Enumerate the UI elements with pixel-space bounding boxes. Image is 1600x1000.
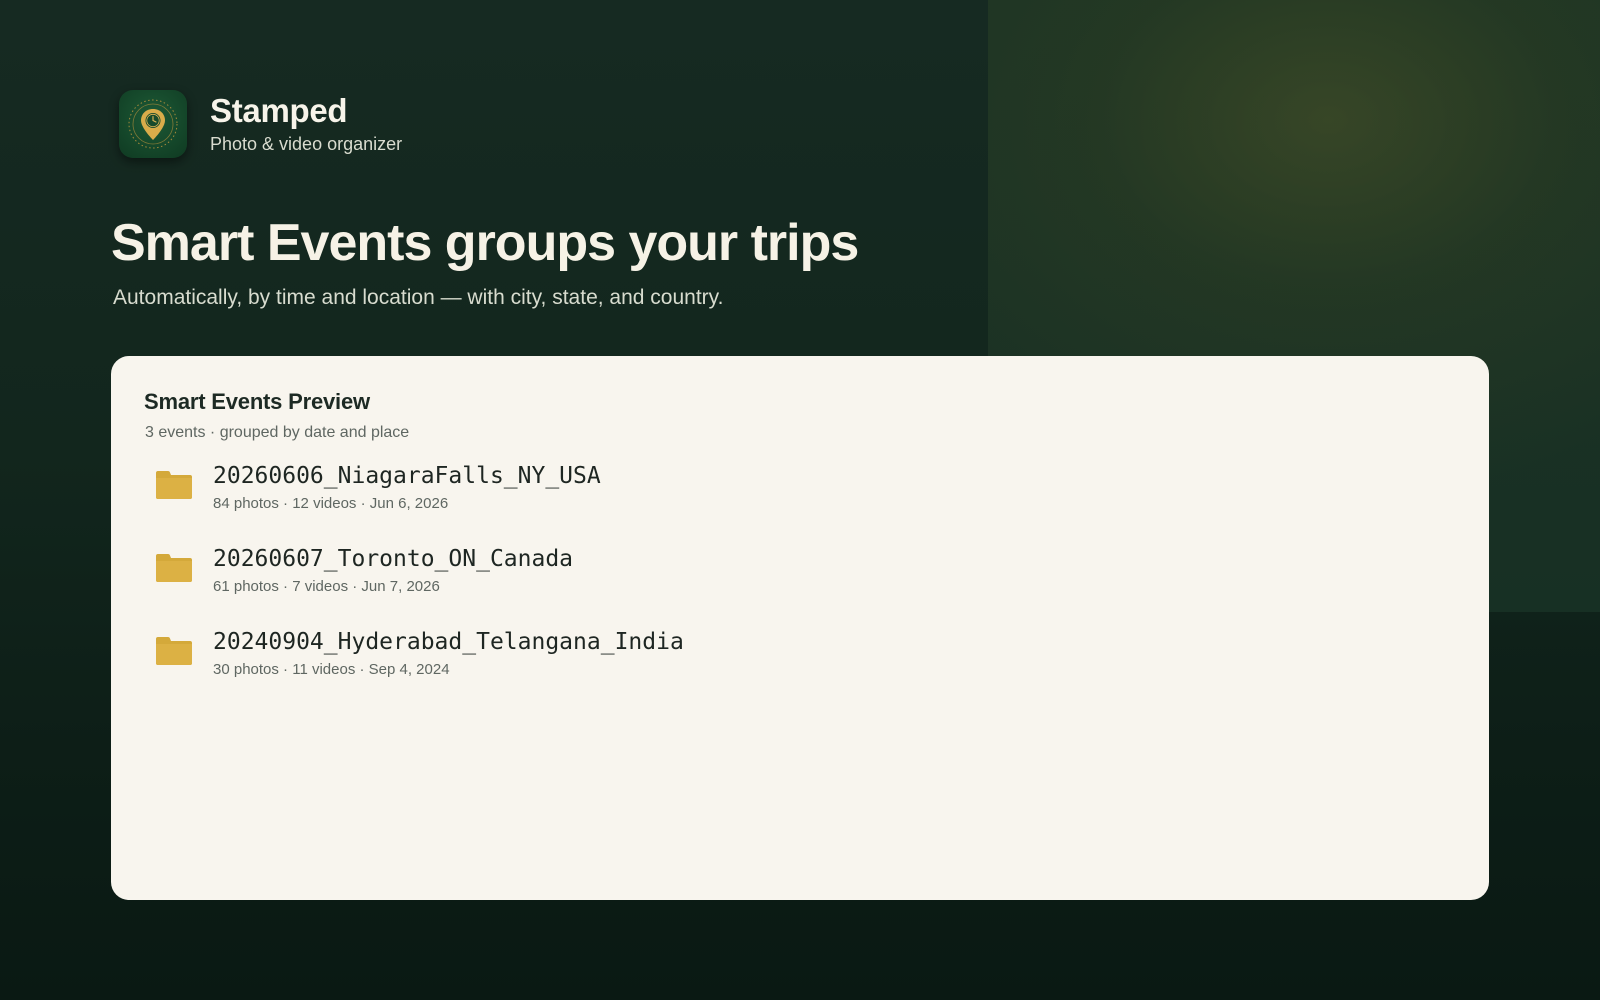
event-text: 20240904_Hyderabad_Telangana_India 30 ph… [213, 627, 684, 680]
event-text: 20260606_NiagaraFalls_NY_USA 84 photos ·… [213, 461, 601, 514]
brand-text: Stamped Photo & video organizer [210, 93, 402, 155]
card-summary: 3 events · grouped by date and place [145, 424, 410, 441]
event-list-item[interactable]: 20240904_Hyderabad_Telangana_India 30 ph… [144, 627, 1456, 710]
event-folder-name: 20240904_Hyderabad_Telangana_India [213, 629, 684, 655]
event-meta: 61 photos · 7 videos · Jun 7, 2026 [213, 578, 440, 595]
app-name: Stamped [210, 92, 348, 129]
card-title: Smart Events Preview [144, 389, 370, 414]
smart-events-preview-card: Smart Events Preview 3 events · grouped … [111, 356, 1489, 900]
page-headline: Smart Events groups your trips [111, 214, 859, 272]
event-meta: 84 photos · 12 videos · Jun 6, 2026 [213, 495, 449, 512]
folder-icon [156, 554, 192, 582]
event-list: 20260606_NiagaraFalls_NY_USA 84 photos ·… [144, 461, 1456, 710]
event-list-item[interactable]: 20260606_NiagaraFalls_NY_USA 84 photos ·… [144, 461, 1456, 544]
page-tagline: Automatically, by time and location — wi… [113, 286, 724, 309]
app-brand: Stamped Photo & video organizer [119, 90, 402, 158]
event-text: 20260607_Toronto_ON_Canada 61 photos · 7… [213, 544, 573, 597]
folder-icon [156, 637, 192, 665]
folder-icon [156, 471, 192, 499]
event-meta: 30 photos · 11 videos · Sep 4, 2024 [213, 661, 450, 678]
map-pin-clock-icon [119, 90, 187, 158]
event-folder-name: 20260607_Toronto_ON_Canada [213, 546, 574, 572]
event-folder-name: 20260606_NiagaraFalls_NY_USA [213, 463, 601, 489]
event-list-item[interactable]: 20260607_Toronto_ON_Canada 61 photos · 7… [144, 544, 1456, 627]
app-subtitle: Photo & video organizer [210, 134, 403, 154]
